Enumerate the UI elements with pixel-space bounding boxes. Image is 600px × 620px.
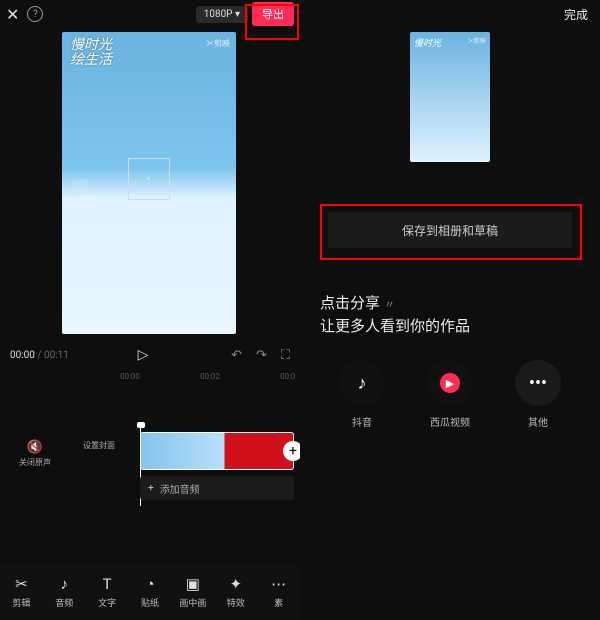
share-douyin[interactable]: ♪ 抖音 <box>339 360 385 429</box>
pip-icon: ▣ <box>186 575 200 593</box>
ruler-tick: 00:00 <box>120 372 140 381</box>
thumb-title: 慢时光 <box>414 36 441 49</box>
douyin-icon: ♪ <box>339 360 385 406</box>
timeline-ruler[interactable]: 00:00 00:02 00:0 <box>0 370 300 384</box>
redo-icon[interactable]: ↷ <box>256 348 267 363</box>
share-label: 其他 <box>528 414 548 429</box>
video-preview[interactable]: 慢时光 绘生活 ✂剪映 1/250 OPEN ISO <box>62 32 236 334</box>
share-heading: 点击分享〃 让更多人看到你的作品 <box>320 292 470 337</box>
tool-effects[interactable]: ✦特效 <box>214 564 257 620</box>
text-icon: T <box>103 575 112 593</box>
xigua-icon: ▶ <box>427 360 473 406</box>
tool-sticker[interactable]: ◔贴纸 <box>129 564 172 620</box>
export-button[interactable]: 导出 <box>252 2 294 26</box>
add-audio-label: 添加音频 <box>160 481 200 496</box>
timeline-clips: + 添加音频 <box>140 432 294 500</box>
transport-bar: 00:00 / 00:11 ▷ ↶ ↷ ⛶ <box>0 342 300 368</box>
time-sep: / <box>35 350 44 361</box>
more-icon: ⋯ <box>271 575 286 593</box>
resolution-dropdown[interactable]: 1080P <box>196 6 248 23</box>
ruler-tick: 00:0 <box>280 372 295 381</box>
fullscreen-icon[interactable]: ⛶ <box>281 348 290 363</box>
export-pane: 完成 慢时光 ✂剪映 保存到相册和草稿 点击分享〃 让更多人看到你的作品 ♪ 抖… <box>300 0 600 620</box>
editor-topbar: ✕ ? 1080P 导出 <box>0 0 300 28</box>
more-icon: ••• <box>515 360 561 406</box>
set-cover-button[interactable]: 设置封面 <box>74 440 124 451</box>
mute-original-button[interactable]: 🔇 关闭原声 <box>6 440 64 468</box>
save-to-album-button[interactable]: 保存到相册和草稿 <box>328 212 572 248</box>
time-current: 00:00 <box>10 350 35 361</box>
thumb-brand: ✂剪映 <box>468 36 486 45</box>
tool-pip[interactable]: ▣画中画 <box>171 564 214 620</box>
share-label: 抖音 <box>352 414 372 429</box>
speaker-icon: 🔇 <box>6 440 64 455</box>
preview-title-text: 慢时光 绘生活 <box>70 38 112 69</box>
tool-text[interactable]: T文字 <box>86 564 129 620</box>
scissors-icon: ✂ <box>15 575 28 593</box>
cover-label: 设置封面 <box>83 441 115 450</box>
music-icon: ♪ <box>61 575 69 593</box>
share-line1: 点击分享 <box>320 294 380 312</box>
editor-pane: ✕ ? 1080P 导出 慢时光 绘生活 ✂剪映 1/250 OPEN ISO … <box>0 0 300 620</box>
close-icon[interactable]: ✕ <box>6 5 19 24</box>
share-label: 西瓜视频 <box>430 414 470 429</box>
play-icon[interactable]: ▷ <box>138 347 149 363</box>
help-icon[interactable]: ? <box>27 6 43 22</box>
focus-dot-icon <box>147 177 150 180</box>
tool-cut[interactable]: ✂剪辑 <box>0 564 43 620</box>
share-targets: ♪ 抖音 ▶ 西瓜视频 ••• 其他 <box>300 360 600 429</box>
tool-more[interactable]: ⋯素 <box>257 564 300 620</box>
preview-brand: ✂剪映 <box>206 38 230 49</box>
preview-meta-text: 1/250 OPEN ISO <box>72 180 88 200</box>
share-line2: 让更多人看到你的作品 <box>320 317 470 335</box>
bottom-toolbar: ✂剪辑 ♪音频 T文字 ◔贴纸 ▣画中画 ✦特效 ⋯素 <box>0 564 300 620</box>
time-total: 00:11 <box>44 350 69 361</box>
add-audio-button[interactable]: 添加音频 <box>140 476 294 500</box>
done-button[interactable]: 完成 <box>564 0 600 28</box>
share-other[interactable]: ••• 其他 <box>515 360 561 429</box>
mute-label: 关闭原声 <box>19 458 51 467</box>
video-clip[interactable]: + <box>140 432 294 470</box>
export-thumbnail: 慢时光 ✂剪映 <box>410 32 490 162</box>
quote-icon: 〃 <box>384 298 395 311</box>
undo-icon[interactable]: ↶ <box>231 348 242 363</box>
effects-icon: ✦ <box>229 575 242 593</box>
share-xigua[interactable]: ▶ 西瓜视频 <box>427 360 473 429</box>
sticker-icon: ◔ <box>145 575 154 593</box>
tool-audio[interactable]: ♪音频 <box>43 564 86 620</box>
ruler-tick: 00:02 <box>200 372 220 381</box>
